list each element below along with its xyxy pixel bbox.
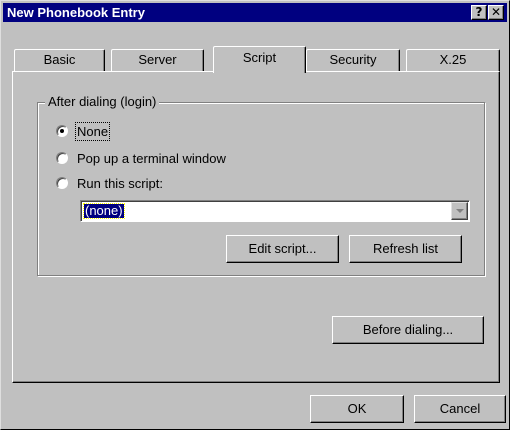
- title-bar[interactable]: New Phonebook Entry ? ✕: [3, 3, 507, 22]
- tab-label: Security: [329, 52, 377, 67]
- radio-button-checked[interactable]: [56, 125, 68, 137]
- radio-label-run-script: Run this script:: [77, 175, 163, 191]
- cancel-label: Cancel: [439, 401, 481, 416]
- script-select[interactable]: (none): [80, 200, 470, 222]
- ok-button[interactable]: OK: [310, 395, 404, 423]
- window-title: New Phonebook Entry: [7, 5, 145, 20]
- tab-basic[interactable]: Basic: [14, 49, 105, 71]
- ok-label: OK: [347, 401, 367, 416]
- radio-label-terminal: Pop up a terminal window: [77, 150, 226, 166]
- tab-label: X.25: [439, 52, 467, 67]
- edit-script-button[interactable]: Edit script...: [226, 235, 339, 263]
- refresh-list-label: Refresh list: [372, 241, 439, 256]
- radio-label-none: None: [74, 121, 111, 141]
- tab-script[interactable]: Script: [213, 46, 306, 73]
- dropdown-button[interactable]: [451, 202, 468, 220]
- phonebook-entry-dialog: New Phonebook Entry ? ✕ Basic Server Scr…: [0, 0, 510, 430]
- close-button[interactable]: ✕: [488, 5, 504, 20]
- radio-button[interactable]: [56, 152, 68, 164]
- radio-run-script[interactable]: Run this script:: [56, 174, 163, 192]
- radio-terminal-window[interactable]: Pop up a terminal window: [56, 149, 226, 167]
- script-select-value: (none): [83, 203, 125, 219]
- help-button[interactable]: ?: [471, 5, 487, 20]
- radio-none[interactable]: None: [56, 121, 111, 141]
- tab-label: Script: [242, 50, 277, 65]
- close-icon: ✕: [490, 5, 502, 19]
- tab-security[interactable]: Security: [306, 49, 400, 71]
- tab-x25[interactable]: X.25: [406, 49, 500, 71]
- chevron-down-icon: [456, 209, 464, 213]
- group-label: After dialing (login): [45, 94, 160, 109]
- refresh-list-button[interactable]: Refresh list: [349, 235, 462, 263]
- radio-button[interactable]: [56, 177, 68, 189]
- tab-label: Server: [138, 52, 177, 67]
- help-icon: ?: [475, 5, 483, 19]
- tab-label: Basic: [43, 52, 76, 67]
- cancel-button[interactable]: Cancel: [414, 395, 506, 423]
- before-dialing-label: Before dialing...: [362, 322, 454, 337]
- before-dialing-button[interactable]: Before dialing...: [332, 316, 484, 344]
- edit-script-label: Edit script...: [248, 241, 317, 256]
- tab-server[interactable]: Server: [111, 49, 204, 71]
